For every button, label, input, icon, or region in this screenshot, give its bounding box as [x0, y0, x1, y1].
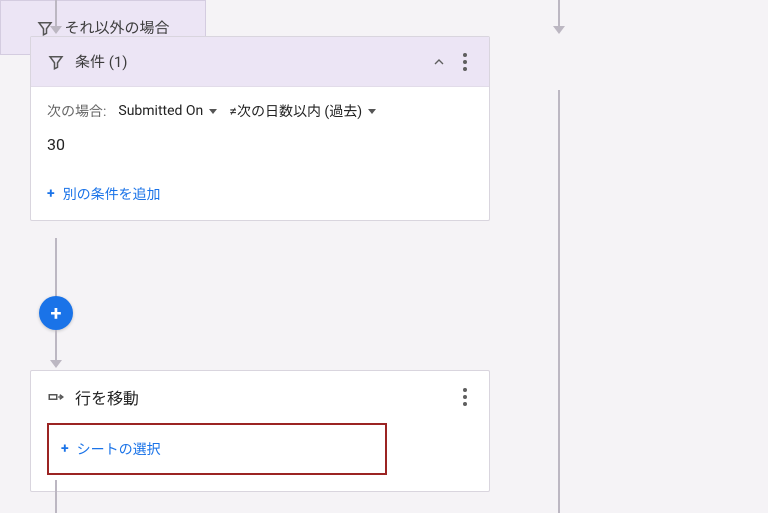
plus-icon: +	[61, 441, 69, 457]
connector-add-to-move	[55, 330, 57, 362]
dropdown-triangle-icon	[368, 109, 376, 114]
connector-in-condition	[55, 0, 57, 28]
more-menu-button[interactable]	[457, 388, 473, 406]
chevron-up-icon[interactable]	[431, 54, 447, 70]
arrow-head-else-in	[553, 26, 565, 34]
add-condition-label: 別の条件を追加	[63, 184, 161, 204]
move-row-header: 行を移動	[31, 371, 489, 423]
connector-cond-to-add	[55, 238, 57, 298]
move-row-title: 行を移動	[75, 385, 139, 409]
arrow-head-condition-in	[50, 26, 62, 34]
plus-icon: +	[51, 301, 62, 325]
condition-operator-dropdown[interactable]: ≠次の日数以内 (過去)	[229, 101, 376, 121]
select-sheet-button[interactable]: + シートの選択	[47, 423, 387, 475]
connector-move-down	[55, 480, 57, 513]
move-row-icon	[47, 388, 65, 406]
else-label: それ以外の場合	[64, 17, 169, 38]
when-label: 次の場合:	[47, 101, 106, 121]
add-step-button[interactable]: +	[39, 296, 73, 330]
condition-row: 次の場合: Submitted On ≠次の日数以内 (過去)	[47, 101, 473, 121]
condition-body: 次の場合: Submitted On ≠次の日数以内 (過去) 30	[31, 87, 489, 174]
move-row-card: 行を移動 + シートの選択	[30, 370, 490, 492]
connector-else-down	[558, 90, 560, 513]
filter-icon	[47, 53, 65, 71]
condition-card: 条件 (1) 次の場合: Submitted On ≠次の日数以内 (過去) 3…	[30, 36, 490, 221]
condition-operator-value: ≠次の日数以内 (過去)	[229, 101, 362, 121]
condition-header[interactable]: 条件 (1)	[31, 37, 489, 87]
condition-field-value: Submitted On	[118, 103, 203, 119]
condition-title: 条件 (1)	[75, 51, 128, 72]
add-condition-button[interactable]: + 別の条件を追加	[31, 174, 489, 220]
condition-field-dropdown[interactable]: Submitted On	[118, 103, 217, 119]
condition-value[interactable]: 30	[47, 135, 473, 154]
more-menu-button[interactable]	[457, 53, 473, 71]
plus-icon: +	[47, 186, 55, 202]
connector-in-else	[558, 0, 560, 28]
arrow-head-move-in	[50, 360, 62, 368]
dropdown-triangle-icon	[209, 109, 217, 114]
select-sheet-label: シートの選択	[77, 439, 161, 459]
